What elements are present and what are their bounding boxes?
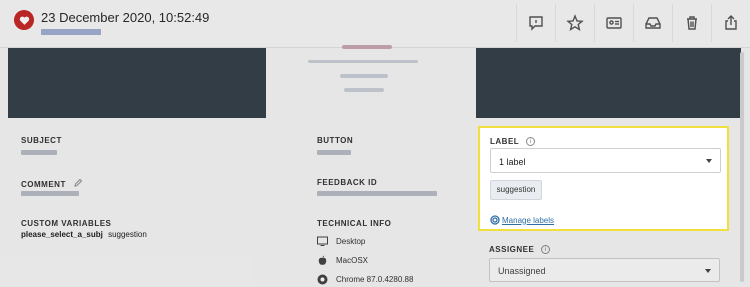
assignee-heading-row: ASSIGNEE i <box>489 245 551 254</box>
custom-variable-value: suggestion <box>108 230 147 239</box>
feedback-detail-view: 23 December 2020, 10:52:49 SUBJECT BUTTO… <box>0 0 750 287</box>
device-value: Desktop <box>336 237 366 246</box>
toolbar <box>516 4 750 44</box>
manage-labels-link[interactable]: Manage labels <box>490 215 554 225</box>
comment-value-redacted <box>21 191 79 196</box>
share-icon <box>724 15 737 30</box>
custom-variable-key: please_select_a_subj <box>21 230 103 239</box>
feedback-id-label: FEEDBACK ID <box>317 178 378 187</box>
trash-icon <box>686 16 697 30</box>
delete-button[interactable] <box>672 4 710 42</box>
label-heading-row: LABEL i <box>490 137 536 146</box>
assignee-select[interactable]: Unassigned <box>489 258 720 282</box>
device-row: Desktop <box>317 236 365 247</box>
chevron-down-icon <box>706 159 712 163</box>
label-heading: LABEL <box>490 137 520 146</box>
share-button[interactable] <box>711 4 749 42</box>
subject-value-redacted <box>21 150 57 155</box>
edit-pencil-icon[interactable] <box>73 178 83 188</box>
screenshot-preview-left[interactable] <box>8 48 266 118</box>
feedback-timestamp: 23 December 2020, 10:52:49 <box>41 10 210 25</box>
feedback-id-value-redacted <box>317 191 437 196</box>
custom-variables-label: CUSTOM VARIABLES <box>21 219 112 228</box>
user-email-redacted <box>41 29 101 35</box>
assignee-heading: ASSIGNEE <box>489 245 535 254</box>
inbox-icon <box>644 17 661 29</box>
label-panel: LABEL i 1 label suggestion Manage labels <box>478 126 729 231</box>
manage-labels-text: Manage labels <box>502 215 555 225</box>
scrollbar[interactable] <box>740 52 744 282</box>
contact-card-button[interactable] <box>594 4 632 42</box>
feedback-header: 23 December 2020, 10:52:49 <box>0 0 750 48</box>
archive-button[interactable] <box>633 4 671 42</box>
desktop-icon <box>317 236 328 246</box>
subject-label: SUBJECT <box>21 136 62 145</box>
assignee-select-value: Unassigned <box>498 266 546 276</box>
comment-label: COMMENT <box>21 180 66 189</box>
browser-row: Chrome 87.0.4280.88 <box>317 274 413 285</box>
feedback-button[interactable] <box>516 4 554 42</box>
chrome-icon <box>317 274 328 285</box>
button-label: BUTTON <box>317 136 354 145</box>
browser-value: Chrome 87.0.4280.88 <box>336 275 414 284</box>
button-value-redacted <box>317 150 351 155</box>
gear-icon <box>490 215 500 225</box>
id-card-icon <box>605 17 622 29</box>
apple-icon <box>318 255 327 265</box>
label-select-value: 1 label <box>499 157 526 167</box>
screenshot-preview-right[interactable] <box>476 48 741 118</box>
label-select[interactable]: 1 label <box>490 148 721 173</box>
comment-label-row: COMMENT <box>21 178 83 189</box>
chevron-down-icon <box>705 269 711 273</box>
feedback-icon <box>528 16 543 31</box>
heart-icon <box>14 10 34 30</box>
os-value: MacOSX <box>336 256 369 265</box>
info-icon[interactable]: i <box>541 245 551 254</box>
label-tag[interactable]: suggestion <box>490 180 542 200</box>
screenshot-preview-middle[interactable] <box>300 45 430 118</box>
info-icon[interactable]: i <box>526 137 536 146</box>
star-icon <box>565 14 584 31</box>
technical-info-label: TECHNICAL INFO <box>317 219 392 228</box>
star-button[interactable] <box>555 4 593 42</box>
custom-variable-row: please_select_a_subj suggestion <box>21 230 147 239</box>
os-row: MacOSX <box>317 255 368 266</box>
